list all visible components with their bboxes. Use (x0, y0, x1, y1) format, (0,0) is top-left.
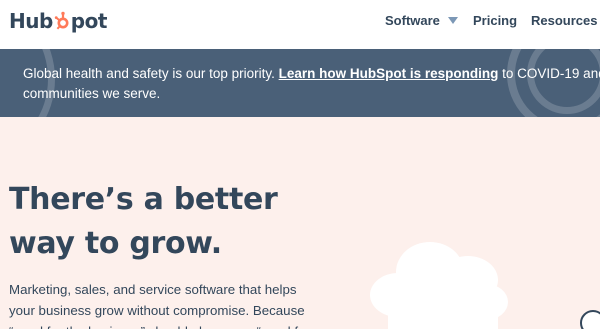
hubspot-logo[interactable]: Hub pot (9, 8, 107, 34)
hero-heading-line: way to grow. (9, 226, 222, 261)
announcement-banner: Global health and safety is our top prio… (0, 49, 600, 117)
nav-item-label: Software (385, 12, 440, 28)
hero-description: Marketing, sales, and service software t… (9, 282, 310, 329)
nav-item-software[interactable]: Software (385, 13, 458, 28)
chat-launcher-icon[interactable] (580, 310, 600, 329)
banner-text: communities we serve. (23, 86, 161, 101)
nav-item-pricing[interactable]: Pricing (473, 13, 517, 28)
banner-text: Global health and safety is our top prio… (23, 66, 279, 81)
nav-item-label: Pricing (473, 12, 518, 28)
nav-item-label: Resources (531, 12, 598, 28)
nav-item-resources[interactable]: Resources (531, 13, 600, 28)
top-nav: Hub pot Software Pricing Resources (0, 0, 600, 49)
logo-text-hub: Hub (9, 9, 53, 33)
chevron-down-icon (447, 17, 458, 24)
hero-heading-line: There’s a better (9, 182, 278, 217)
sprocket-icon (54, 11, 69, 30)
cloud-illustration (370, 242, 508, 329)
banner-link-covid[interactable]: Learn how HubSpot is responding (279, 66, 499, 81)
logo-text-pot: pot (70, 9, 108, 33)
hero-heading: There’s a better way to grow. (9, 178, 329, 266)
banner-message: Global health and safety is our top prio… (23, 64, 600, 104)
banner-text: to COVID-19 and its e (502, 66, 600, 81)
